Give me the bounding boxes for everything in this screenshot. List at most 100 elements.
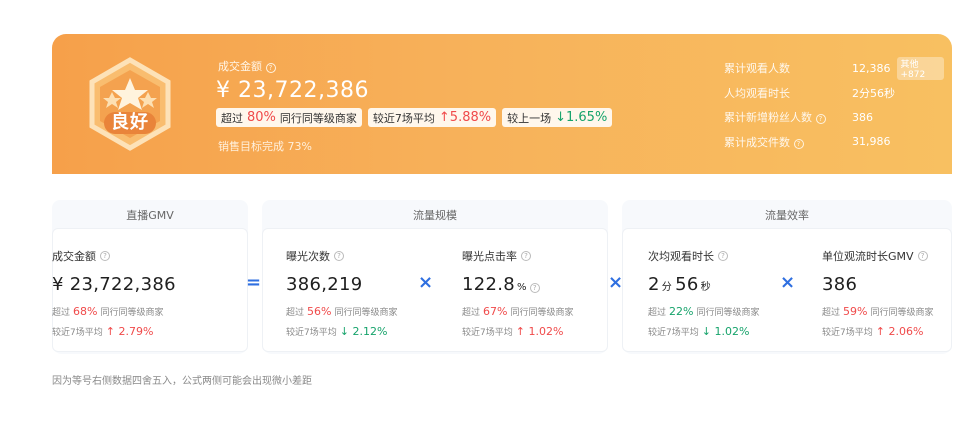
peer-post: 同行同等级商家 bbox=[100, 308, 164, 318]
kpi-value: 2分56秒 bbox=[852, 85, 944, 101]
gmv-value: ¥ 23,722,386 bbox=[216, 78, 369, 103]
help-icon[interactable]: ? bbox=[100, 251, 110, 261]
peer-pct: 68% bbox=[73, 305, 98, 318]
metric-value: 386 bbox=[822, 274, 858, 295]
metric-compare: 较近7场平均 ↑ 1.02% bbox=[462, 325, 573, 338]
peer-pre: 超过 bbox=[52, 308, 71, 318]
compare-label: 较近7场平均 bbox=[52, 328, 103, 338]
target-completion: 销售目标完成 73% bbox=[218, 140, 312, 153]
metric-value: ¥ 23,722,386 bbox=[52, 274, 176, 295]
kpi-number: 12,386 bbox=[852, 61, 891, 75]
peer-pre: 超过 bbox=[286, 308, 305, 318]
compare-value: ↑ 2.79% bbox=[105, 325, 154, 338]
metric-label: 成交金额? bbox=[52, 248, 176, 264]
peer-post: 同行同等级商家 bbox=[696, 308, 760, 318]
metric-gmv-per-duration: 单位观流时长GMV? 386 超过 59% 同行同等级商家 较近7场平均 ↑ 2.06… bbox=[822, 248, 933, 338]
compare-label: 较近7场平均 bbox=[286, 328, 337, 338]
kpi-label: 累计成交件数 ? bbox=[724, 134, 804, 150]
metric-impressions: 曝光次数? 386,219 超过 56% 同行同等级商家 较近7场平均 ↓ 2.12% bbox=[286, 248, 397, 338]
compare-value: ↑ 1.02% bbox=[515, 325, 564, 338]
help-icon[interactable]: ? bbox=[815, 114, 826, 125]
section-title-efficiency: 流量效率 bbox=[622, 200, 952, 230]
metric-number: 56 bbox=[675, 274, 699, 295]
metric-label: 次均观看时长? bbox=[648, 248, 759, 264]
metric-label-text: 次均观看时长 bbox=[648, 250, 714, 263]
metric-unit: % bbox=[517, 282, 527, 293]
metric-compare: 较近7场平均 ↑ 2.79% bbox=[52, 325, 176, 338]
chip-7-avg: 较近7场平均 ↑5.88% bbox=[367, 108, 497, 127]
metric-avg-watch: 次均观看时长? 2 分 56 秒 超过 22% 同行同等级商家 较近7场平均 ↓ 1.02% bbox=[648, 248, 759, 338]
peer-pre: 超过 bbox=[822, 308, 841, 318]
metric-peer: 超过 67% 同行同等级商家 bbox=[462, 305, 573, 318]
chip-text: 较近7场平均 bbox=[372, 111, 435, 125]
metric-unit: 秒 bbox=[700, 282, 711, 293]
peer-post: 同行同等级商家 bbox=[334, 308, 398, 318]
footnote: 因为等号右侧数据四舍五入，公式两侧可能会出现微小差距 bbox=[52, 376, 312, 387]
kpi-list: 累计观看人数 12,386 其他+872 人均观看时长 2分56秒 累计新增粉丝人… bbox=[724, 56, 944, 154]
chip-text: 超过 bbox=[221, 111, 243, 125]
help-icon[interactable]: ? bbox=[521, 251, 531, 261]
compare-value: ↓ 1.02% bbox=[701, 325, 750, 338]
times-operator: × bbox=[780, 272, 796, 293]
peer-pct: 67% bbox=[483, 305, 508, 318]
metric-label: 曝光点击率? bbox=[462, 248, 573, 264]
metric-unit: 分 bbox=[661, 282, 673, 293]
help-icon[interactable]: ? bbox=[718, 251, 728, 261]
metric-label-text: 曝光次数 bbox=[286, 250, 330, 263]
peer-post: 同行同等级商家 bbox=[870, 308, 934, 318]
rating-badge-icon bbox=[89, 57, 171, 151]
peer-post: 同行同等级商家 bbox=[510, 308, 574, 318]
times-operator: × bbox=[418, 272, 434, 293]
help-icon[interactable]: ? bbox=[265, 63, 276, 73]
metric-value: 122.8%? bbox=[462, 274, 573, 295]
metric-label-text: 单位观流时长GMV bbox=[822, 250, 914, 263]
metric-label-text: 曝光点击率 bbox=[462, 250, 517, 263]
kpi-label-text: 累计成交件数 bbox=[724, 135, 790, 149]
chip-value: 80% bbox=[247, 110, 276, 125]
peer-pre: 超过 bbox=[648, 308, 667, 318]
peer-pct: 56% bbox=[307, 305, 332, 318]
metric-number: 122.8 bbox=[462, 274, 516, 295]
gmv-title-text: 成交金额 bbox=[218, 60, 262, 73]
times-operator: × bbox=[608, 272, 624, 293]
kpi-label-text: 累计新增粉丝人数 bbox=[724, 111, 812, 125]
help-icon[interactable]: ? bbox=[529, 283, 540, 293]
equals-operator: = bbox=[246, 272, 262, 293]
kpi-number: 386 bbox=[852, 110, 873, 124]
peer-pct: 22% bbox=[669, 305, 694, 318]
kpi-row: 累计新增粉丝人数 ? 386 bbox=[724, 105, 944, 130]
metric-compare: 较近7场平均 ↓ 2.12% bbox=[286, 325, 397, 338]
metric-label: 单位观流时长GMV? bbox=[822, 248, 933, 264]
section-title-gmv: 直播GMV bbox=[52, 200, 248, 230]
kpi-value: 386 bbox=[852, 111, 944, 124]
help-icon[interactable]: ? bbox=[334, 251, 344, 261]
rating-label: 良好 bbox=[111, 112, 149, 133]
help-icon[interactable]: ? bbox=[793, 138, 804, 149]
chip-text: 较上一场 bbox=[507, 111, 552, 125]
kpi-label: 累计观看人数 bbox=[724, 62, 790, 76]
kpi-label: 累计新增粉丝人数 ? bbox=[724, 109, 826, 125]
metric-number: 2 bbox=[648, 274, 660, 295]
comparison-chips: 超过 80% 同行同等级商家 较近7场平均 ↑5.88% 较上一场 ↓1.65% bbox=[216, 108, 613, 127]
chip-value: ↑5.88% bbox=[438, 110, 492, 125]
metric-compare: 较近7场平均 ↓ 1.02% bbox=[648, 325, 759, 338]
metric-peer: 超过 68% 同行同等级商家 bbox=[52, 305, 176, 318]
metric-compare: 较近7场平均 ↑ 2.06% bbox=[822, 325, 933, 338]
compare-value: ↓ 2.12% bbox=[339, 325, 388, 338]
kpi-row: 人均观看时长 2分56秒 bbox=[724, 81, 944, 106]
metric-label: 曝光次数? bbox=[286, 248, 397, 264]
peer-pct: 59% bbox=[843, 305, 868, 318]
compare-label: 较近7场平均 bbox=[462, 328, 513, 338]
help-icon[interactable]: ? bbox=[917, 251, 928, 261]
metric-gmv: 成交金额? ¥ 23,722,386 超过 68% 同行同等级商家 较近7场平均 ↑ … bbox=[52, 248, 176, 338]
rating-badge: 良好 bbox=[82, 56, 178, 152]
metric-peer: 超过 22% 同行同等级商家 bbox=[648, 305, 759, 318]
kpi-value: 31,986 bbox=[852, 135, 944, 148]
chip-peer-rank: 超过 80% 同行同等级商家 bbox=[216, 108, 362, 127]
metric-peer: 超过 56% 同行同等级商家 bbox=[286, 305, 397, 318]
metric-peer: 超过 59% 同行同等级商家 bbox=[822, 305, 933, 318]
metric-value: 2 分 56 秒 bbox=[648, 274, 759, 295]
gmv-title: 成交金额 ? bbox=[218, 58, 276, 74]
chip-text: 同行同等级商家 bbox=[279, 111, 357, 125]
peer-pre: 超过 bbox=[462, 308, 481, 318]
